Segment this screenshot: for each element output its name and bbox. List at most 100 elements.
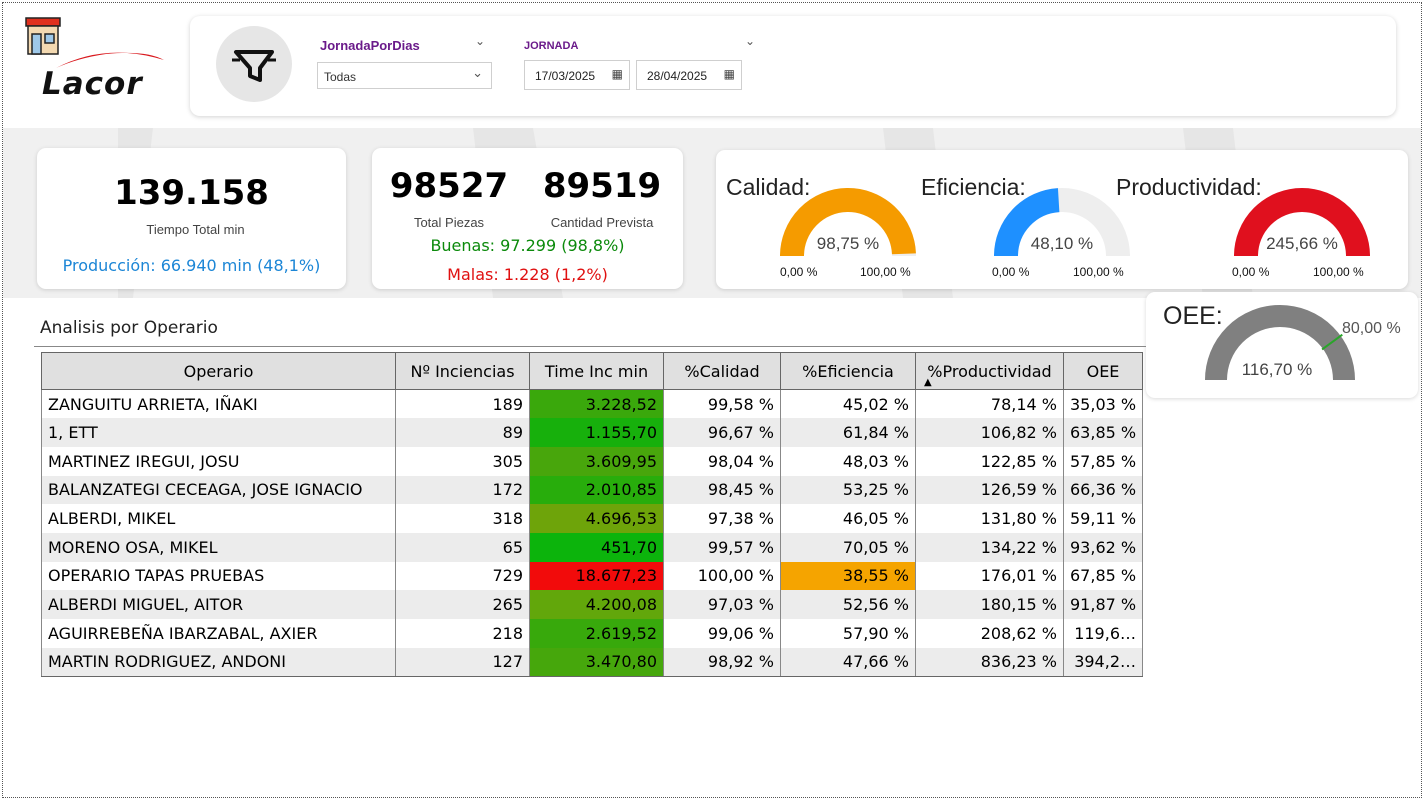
table-row[interactable]: ALBERDI MIGUEL, AITOR 265 4.200,08 97,03 % 5… <box>41 590 1143 619</box>
table-title: Analisis por Operario <box>40 318 218 338</box>
col-header-productividad[interactable]: %Productividad ▲ <box>915 352 1064 390</box>
productividad-min: 0,00 % <box>1232 265 1270 279</box>
cell-time: 451,70 <box>529 532 664 562</box>
cell-oee: 394,2… <box>1063 647 1143 677</box>
col-header-eficiencia[interactable]: %Eficiencia <box>780 352 916 390</box>
cell-operario: ALBERDI MIGUEL, AITOR <box>41 590 396 619</box>
calidad-value: 98,75 % <box>816 234 880 253</box>
produccion-text: Producción: 66.940 min (48,1%) <box>62 256 321 275</box>
calendar-icon[interactable]: ▦ <box>612 67 623 81</box>
slicer-title-jornadapordias: JornadaPorDias <box>320 38 420 53</box>
cell-time: 2.619,52 <box>529 619 664 648</box>
cell-calidad: 99,58 % <box>663 389 781 419</box>
cell-oee: 93,62 % <box>1063 532 1143 562</box>
cell-productividad: 78,14 % <box>915 389 1064 419</box>
cell-operario: BALANZATEGI CECEAGA, JOSE IGNACIO <box>41 475 396 505</box>
cell-incidencias: 729 <box>395 561 530 591</box>
cell-productividad: 176,01 % <box>915 561 1064 591</box>
table-row[interactable]: ALBERDI, MIKEL 318 4.696,53 97,38 % 46,05 % 1… <box>41 504 1143 533</box>
chevron-down-icon[interactable]: ⌄ <box>745 34 755 48</box>
cell-oee: 66,36 % <box>1063 475 1143 505</box>
cell-oee: 59,11 % <box>1063 504 1143 533</box>
cell-oee: 119,6… <box>1063 619 1143 648</box>
cell-operario: OPERARIO TAPAS PRUEBAS <box>41 561 396 591</box>
cell-operario: ALBERDI, MIKEL <box>41 504 396 533</box>
cell-eficiencia: 52,56 % <box>780 590 916 619</box>
filter-button[interactable] <box>216 26 292 102</box>
productividad-value: 245,66 % <box>1266 234 1338 253</box>
cell-calidad: 98,92 % <box>663 647 781 677</box>
tiempo-total-value: 139.158 <box>114 173 269 213</box>
date-to-input[interactable]: 28/04/2025 ▦ <box>636 60 742 90</box>
cell-calidad: 98,04 % <box>663 446 781 476</box>
col-header-operario[interactable]: Operario <box>41 352 396 390</box>
malas-text: Malas: 1.228 (1,2%) <box>447 265 608 284</box>
productividad-max: 100,00 % <box>1313 265 1364 279</box>
cell-incidencias: 172 <box>395 475 530 505</box>
tiempo-total-label: Tiempo Total min <box>146 222 245 237</box>
col-header-oee[interactable]: OEE <box>1063 352 1143 390</box>
cell-time: 2.010,85 <box>529 475 664 505</box>
table-title-rule <box>34 346 1146 347</box>
cell-oee: 35,03 % <box>1063 389 1143 419</box>
cell-eficiencia: 57,90 % <box>780 619 916 648</box>
cell-time: 4.200,08 <box>529 590 664 619</box>
cell-incidencias: 318 <box>395 504 530 533</box>
table-row[interactable]: OPERARIO TAPAS PRUEBAS 729 18.677,23 100,00… <box>41 561 1143 591</box>
calendar-icon[interactable]: ▦ <box>724 67 735 81</box>
cell-productividad: 134,22 % <box>915 532 1064 562</box>
cell-eficiencia: 46,05 % <box>780 504 916 533</box>
date-from-input[interactable]: 17/03/2025 ▦ <box>524 60 630 90</box>
eficiencia-max: 100,00 % <box>1073 265 1124 279</box>
cell-calidad: 99,57 % <box>663 532 781 562</box>
cell-productividad: 106,82 % <box>915 418 1064 447</box>
calidad-min: 0,00 % <box>780 265 818 279</box>
jornadapordias-dropdown[interactable]: Todas ⌄ <box>317 62 492 89</box>
table-row[interactable]: MORENO OSA, MIKEL 65 451,70 99,57 % 70,05 % 1… <box>41 532 1143 562</box>
cell-productividad: 180,15 % <box>915 590 1064 619</box>
cell-time: 3.609,95 <box>529 446 664 476</box>
dropdown-value: Todas <box>324 70 357 84</box>
total-piezas-label: Total Piezas <box>413 215 485 230</box>
cell-eficiencia: 61,84 % <box>780 418 916 447</box>
cell-eficiencia: 48,03 % <box>780 446 916 476</box>
cell-incidencias: 89 <box>395 418 530 447</box>
cell-productividad: 131,80 % <box>915 504 1064 533</box>
cell-productividad: 122,85 % <box>915 446 1064 476</box>
table-header-row: Operario Nº Inciencias Time Inc min %Cal… <box>41 352 1143 390</box>
cantidad-prevista-label: Cantidad Prevista <box>550 215 654 230</box>
cell-incidencias: 265 <box>395 590 530 619</box>
cell-eficiencia: 53,25 % <box>780 475 916 505</box>
lacor-logo: Lacor <box>42 66 143 102</box>
table-body: ZANGUITU ARRIETA, IÑAKI 189 3.228,52 99,58 … <box>41 389 1143 677</box>
slicer-title-jornada: JORNADA <box>524 40 579 52</box>
chevron-down-icon[interactable]: ⌄ <box>475 34 485 48</box>
cell-productividad: 208,62 % <box>915 619 1064 648</box>
table-row[interactable]: ZANGUITU ARRIETA, IÑAKI 189 3.228,52 99,58 … <box>41 389 1143 419</box>
table-row[interactable]: BALANZATEGI CECEAGA, JOSE IGNACIO 172 2.01… <box>41 475 1143 505</box>
filter-panel: JornadaPorDias ⌄ Todas ⌄ JORNADA ⌄ 17/03… <box>190 16 1396 116</box>
table-row[interactable]: MARTIN RODRIGUEZ, ANDONI 127 3.470,80 98,92… <box>41 647 1143 677</box>
gauges-card: Calidad: Eficiencia: Productividad: 98,7… <box>716 150 1408 289</box>
cell-oee: 67,85 % <box>1063 561 1143 591</box>
cell-time: 3.228,52 <box>529 389 664 419</box>
sort-ascending-icon: ▲ <box>924 377 932 388</box>
eficiencia-min: 0,00 % <box>992 265 1030 279</box>
total-piezas-value: 98527 <box>389 166 509 206</box>
col-header-time[interactable]: Time Inc min <box>529 352 664 390</box>
col-header-incidencias[interactable]: Nº Inciencias <box>395 352 530 390</box>
table-row[interactable]: MARTINEZ IREGUI, JOSU 305 3.609,95 98,04 % 4… <box>41 446 1143 476</box>
kpi-pieces-card: 98527 Total Piezas 89519 Cantidad Previs… <box>372 148 683 289</box>
cell-calidad: 96,67 % <box>663 418 781 447</box>
col-header-productividad-label: %Productividad <box>927 361 1052 381</box>
buenas-text: Buenas: 97.299 (98,8%) <box>430 236 625 255</box>
cell-productividad: 126,59 % <box>915 475 1064 505</box>
table-row[interactable]: AGUIRREBEÑA IBARZABAL, AXIER 218 2.619,52 9… <box>41 619 1143 648</box>
cell-eficiencia: 70,05 % <box>780 532 916 562</box>
cell-calidad: 98,45 % <box>663 475 781 505</box>
oee-value: 116,70 % <box>1241 360 1313 379</box>
table-row[interactable]: 1, ETT 89 1.155,70 96,67 % 61,84 % 106,82 % 63… <box>41 418 1143 447</box>
cell-calidad: 97,38 % <box>663 504 781 533</box>
cell-operario: AGUIRREBEÑA IBARZABAL, AXIER <box>41 619 396 648</box>
col-header-calidad[interactable]: %Calidad <box>663 352 781 390</box>
